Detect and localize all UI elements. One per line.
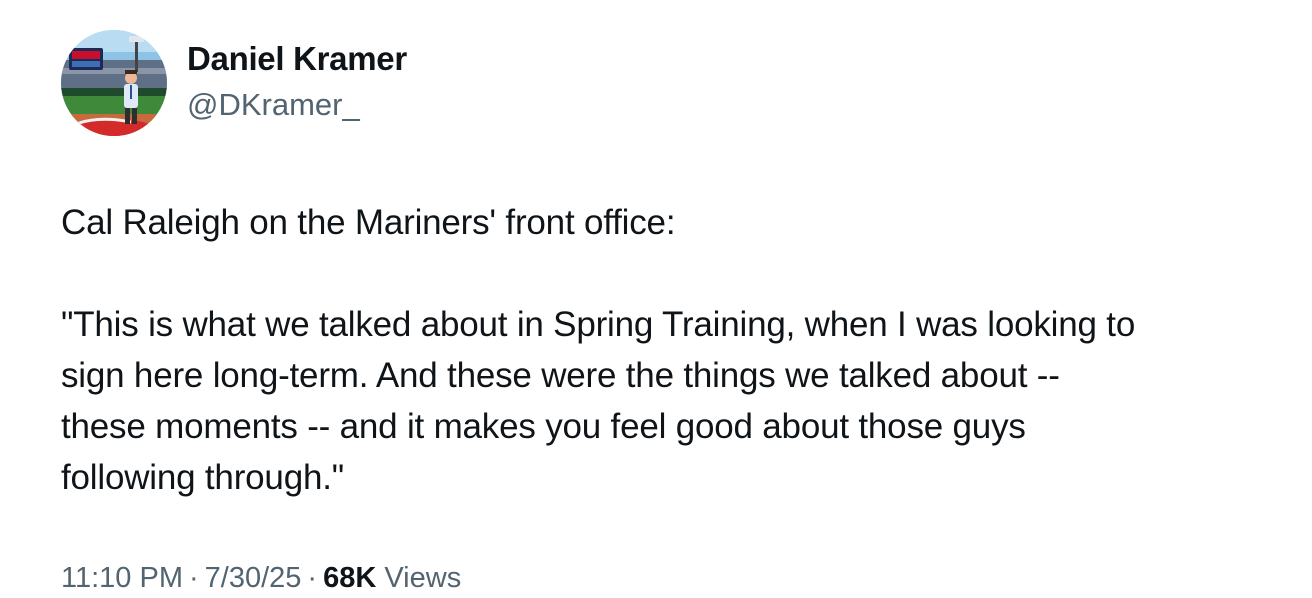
tweet-date[interactable]: 7/30/25 [205, 562, 302, 594]
avatar-photo-icon [61, 30, 167, 136]
quote-line: sign here long-term. And these were the … [61, 356, 1060, 395]
quote-line: "This is what we talked about in Spring … [61, 305, 1136, 344]
tweet-text: Cal Raleigh on the Mariners' front offic… [61, 197, 1276, 503]
author-display-name[interactable]: Daniel Kramer [187, 39, 407, 79]
author-handle[interactable]: @DKramer_ [187, 85, 407, 125]
views-label: Views [384, 562, 462, 594]
author-names: Daniel Kramer @DKramer_ [187, 39, 407, 125]
tweet-card: Daniel Kramer @DKramer_ Cal Raleigh on t… [0, 0, 1312, 598]
avatar[interactable] [61, 30, 167, 136]
quote-line: following through." [61, 458, 344, 497]
tweet-meta: 11:10 PM · 7/30/25 · 68K Views [61, 560, 461, 596]
meta-separator: · [188, 562, 199, 594]
tweet-intro: Cal Raleigh on the Mariners' front offic… [61, 203, 676, 242]
meta-separator: · [307, 562, 318, 594]
quote-line: these moments -- and it makes you feel g… [61, 407, 1026, 446]
tweet-header: Daniel Kramer @DKramer_ [61, 30, 407, 136]
views-count[interactable]: 68K [323, 562, 376, 594]
tweet-time[interactable]: 11:10 PM [61, 562, 183, 594]
